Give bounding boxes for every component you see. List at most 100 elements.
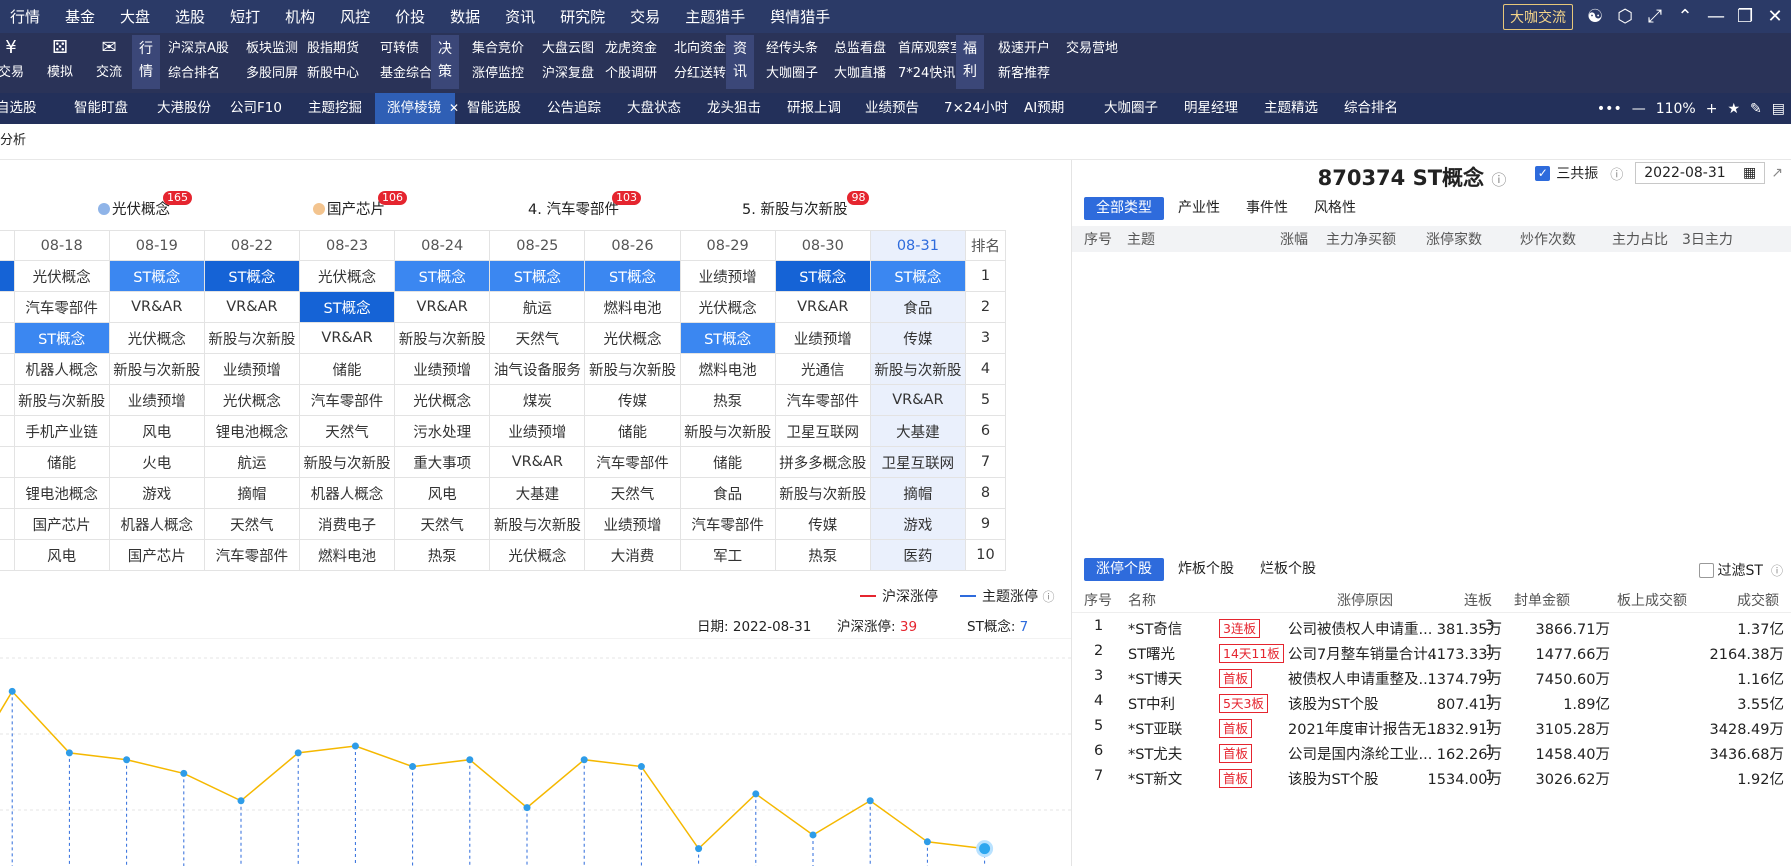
column-header[interactable]: 涨幅 (1280, 229, 1308, 249)
theme-cell[interactable]: 汽车零部件 (298, 384, 396, 416)
theme-cell[interactable]: 压 (0, 415, 15, 447)
stock-row[interactable]: 2 ST曙光 14天11板 公司7月整车销量合计... 1 4173.33万 1477.66… (1072, 640, 1791, 665)
user-icon[interactable]: ☯ (1587, 7, 1603, 26)
tab-item[interactable]: 7×24小时 (932, 93, 1012, 124)
stock-tab[interactable]: 炸板个股 (1166, 558, 1246, 581)
type-tab[interactable]: 全部类型 (1084, 197, 1164, 220)
resonance-checkbox[interactable]: ✓ (1535, 165, 1551, 181)
export-icon[interactable]: ↗ (1771, 165, 1783, 181)
tab-item[interactable]: 智能选股 (455, 93, 535, 124)
theme-cell[interactable]: 汽车零部件 (679, 508, 776, 540)
toolbar-link[interactable]: 交易营地 (1066, 37, 1118, 56)
theme-cell[interactable]: 业绩预增 (108, 384, 205, 416)
theme-cell[interactable]: 热泵 (394, 539, 491, 571)
toolbar-link[interactable]: 涨停监控 (472, 62, 524, 81)
menu-item[interactable]: 数据 (450, 6, 480, 27)
theme-cell[interactable]: 光伏概念 (13, 260, 110, 292)
theme-cell[interactable]: 大基建 (489, 477, 586, 509)
toolbar-link[interactable]: 7*24快讯 (898, 62, 955, 81)
stock-row[interactable]: 3 *ST博天 首板 被债权人申请重整及... 1 1374.79万 7450.60万 1.1… (1072, 665, 1791, 690)
theme-cell[interactable]: 业绩预增 (774, 322, 871, 354)
close-icon[interactable]: ✕ (1767, 7, 1783, 26)
toolbar-yen-button[interactable]: ¥ 交易 (0, 37, 36, 80)
theme-cell[interactable]: 念 (0, 291, 15, 323)
toolbar-link[interactable]: 股指期货 (307, 37, 359, 56)
theme-cell[interactable]: 业绩预增 (394, 353, 491, 385)
theme-cell[interactable]: 机器人概念 (108, 508, 205, 540)
column-header[interactable]: 涨停原因 (1337, 590, 1393, 610)
theme-cell[interactable]: 新股与次新股 (298, 446, 396, 478)
theme-cell[interactable]: ST概念 (108, 260, 205, 292)
theme-cell[interactable]: 火电 (108, 446, 205, 478)
menu-item[interactable]: 机构 (285, 6, 315, 27)
restore-icon[interactable]: ❐ (1737, 7, 1753, 26)
theme-cell[interactable]: 机器人概念 (298, 477, 396, 509)
data-point[interactable] (123, 756, 131, 764)
theme-cell[interactable]: 锂电池概念 (13, 477, 110, 509)
toolbar-link[interactable]: 新客推荐 (998, 62, 1050, 81)
theme-cell[interactable]: 军工 (679, 539, 776, 571)
date-header[interactable]: 08-29 (679, 230, 776, 261)
theme-cell[interactable]: VR&AR (394, 291, 491, 323)
theme-cell[interactable]: 天然气 (584, 477, 681, 509)
toolbar-link[interactable]: 多股同屏 (246, 62, 298, 81)
data-point[interactable] (466, 756, 474, 764)
tab-item[interactable]: 涨停棱镜 ✕ (375, 93, 459, 124)
theme-cell[interactable]: 传媒 (774, 508, 871, 540)
theme-cell[interactable]: 念 (0, 260, 15, 292)
theme-cell[interactable]: 新股 (0, 508, 15, 540)
theme-cell[interactable]: 游戏 (108, 477, 205, 509)
tab-item[interactable]: 大咖圈子 (1092, 93, 1172, 124)
theme-cell[interactable]: 储能 (679, 446, 776, 478)
toolbar-link[interactable]: 大咖圈子 (766, 62, 818, 81)
stock-name[interactable]: *ST亚联 (1128, 718, 1182, 739)
menu-item[interactable]: 短打 (230, 6, 260, 27)
theme-cell[interactable]: 天然气 (489, 322, 586, 354)
tab-item[interactable]: 公司F10 (218, 93, 296, 124)
toolbar-link[interactable]: 板块监测 (246, 37, 298, 56)
tab-item[interactable]: 大盘状态 (615, 93, 695, 124)
theme-cell[interactable]: 传媒 (869, 322, 966, 354)
column-header[interactable]: 涨停家数 (1426, 229, 1482, 249)
theme-cell[interactable]: 消费电子 (298, 508, 396, 540)
toolbar-link[interactable]: 可转债 (380, 37, 419, 56)
toolbar-link[interactable]: 大咖直播 (834, 62, 886, 81)
theme-cell[interactable]: 业绩预增 (489, 415, 586, 447)
toolbar-gamepad-button[interactable]: ⚄ 模拟 (35, 37, 85, 80)
theme-cell[interactable]: ST概念 (203, 260, 300, 292)
column-header[interactable]: 主力净买额 (1326, 229, 1396, 249)
date-header[interactable]: 08-25 (489, 230, 586, 261)
theme-cell[interactable]: 汽车零部件 (13, 291, 110, 323)
shrink-icon[interactable]: ⤢ (1647, 7, 1663, 26)
stock-row[interactable]: 7 *ST新文 首板 该股为ST个股 1 1534.00万 3026.62万 1.92亿 (1072, 765, 1791, 790)
column-header[interactable]: 3日主力 (1682, 229, 1733, 249)
date-header[interactable]: 08-31 (869, 230, 966, 261)
theme-cell[interactable]: ST概念 (13, 322, 110, 354)
theme-cell[interactable]: 航运 (203, 446, 300, 478)
theme-cell[interactable]: 光伏概念 (394, 384, 491, 416)
theme-cell[interactable]: 增 (0, 446, 15, 478)
data-point[interactable] (976, 840, 994, 858)
theme-cell[interactable]: 新股与次新股 (203, 322, 300, 354)
theme-cell[interactable]: 风电 (108, 415, 205, 447)
theme-cell[interactable]: 油气设备服务 (489, 353, 586, 385)
toolbar-link[interactable]: 总监看盘 (834, 37, 886, 56)
toolbar-link[interactable]: 基金综合 (380, 62, 432, 81)
data-point[interactable] (409, 763, 417, 771)
data-point[interactable] (695, 845, 703, 853)
theme-cell[interactable]: 光伏概念 (298, 260, 396, 292)
column-header[interactable]: 主题 (1127, 229, 1155, 249)
edit-icon[interactable]: ✎ (1750, 101, 1762, 117)
menu-item[interactable]: 风控 (340, 6, 370, 27)
date-header[interactable]: 08-19 (108, 230, 205, 261)
date-header[interactable]: 08-22 (203, 230, 300, 261)
tab-item[interactable]: 自选股 (0, 93, 62, 124)
tab-item[interactable]: 公告追踪 (535, 93, 615, 124)
toolbar-link[interactable]: 首席观察室 (898, 37, 963, 56)
theme-cell[interactable]: VR&AR (489, 446, 586, 478)
column-header[interactable]: 连板 (1464, 590, 1492, 610)
theme-cell[interactable]: VR&AR (774, 291, 871, 323)
theme-cell[interactable]: VR&AR (203, 291, 300, 323)
theme-cell[interactable]: 储能 (584, 415, 681, 447)
layout-icon[interactable]: ▤ (1772, 101, 1785, 117)
